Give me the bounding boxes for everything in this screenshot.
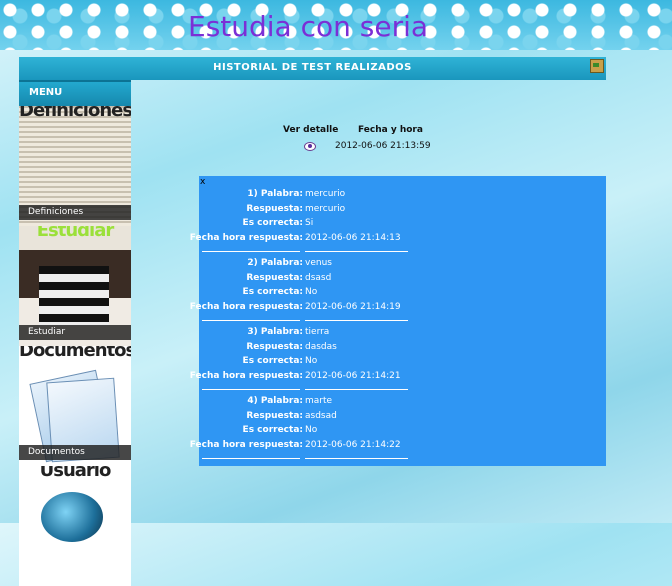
divider bbox=[202, 251, 300, 252]
section-title-bar: HISTORIAL DE TEST REALIZADOS bbox=[19, 57, 606, 80]
menu-item-label[interactable]: Definiciones bbox=[19, 205, 131, 220]
correct-label: Es correcta: bbox=[242, 425, 303, 435]
answer-block: 2) Palabra: venus Respuesta: dsasd Es corr… bbox=[190, 258, 606, 321]
correct-value: No bbox=[305, 356, 318, 366]
menu-item-estudiar[interactable]: Estudiar Estudiar bbox=[19, 226, 131, 346]
column-header-detail: Ver detalle bbox=[283, 125, 339, 135]
side-menu: MENU Definiciones Definiciones Estudiar … bbox=[19, 80, 131, 586]
history-datetime: 2012-06-06 21:13:59 bbox=[335, 141, 431, 151]
answer-block: 4) Palabra: marte Respuesta: asdsad Es cor… bbox=[190, 396, 606, 459]
divider bbox=[305, 320, 408, 321]
word-value: marte bbox=[305, 396, 333, 406]
usuario-title-art: Usuario bbox=[39, 466, 112, 481]
answer-time-label: Fecha hora respuesta: bbox=[189, 439, 303, 450]
menu-header: MENU bbox=[19, 80, 131, 106]
answer-value: dsasd bbox=[305, 272, 332, 283]
answer-time-value: 2012-06-06 21:14:13 bbox=[305, 232, 401, 243]
word-value: mercurio bbox=[305, 189, 346, 199]
divider bbox=[305, 389, 408, 390]
word-label: 4) Palabra: bbox=[247, 396, 303, 406]
correct-label: Es correcta: bbox=[242, 356, 303, 366]
answer-value: asdsad bbox=[305, 410, 337, 421]
eye-icon[interactable] bbox=[304, 142, 316, 151]
divider bbox=[305, 458, 408, 459]
definiciones-title-art: Definiciones bbox=[19, 106, 131, 121]
menu-item-label[interactable]: Documentos bbox=[19, 445, 131, 460]
answer-label: Respuesta: bbox=[246, 272, 303, 283]
correct-value: No bbox=[305, 287, 318, 297]
documentos-title-art: Documentos bbox=[19, 346, 131, 361]
menu-item-documentos[interactable]: Documentos Documentos bbox=[19, 346, 131, 466]
answer-block: 1) Palabra: mercurio Respuesta: mercurio E… bbox=[190, 189, 606, 252]
answer-time-value: 2012-06-06 21:14:21 bbox=[305, 370, 401, 381]
answer-label: Respuesta: bbox=[246, 341, 303, 352]
answer-time-label: Fecha hora respuesta: bbox=[189, 301, 303, 312]
test-detail-panel: x 1) Palabra: mercurio Respuesta: mercurio… bbox=[190, 176, 606, 466]
answer-time-value: 2012-06-06 21:14:19 bbox=[305, 301, 401, 312]
usuario-image bbox=[19, 466, 131, 586]
divider bbox=[305, 251, 408, 252]
correct-value: Si bbox=[305, 218, 314, 228]
menu-item-label[interactable]: Estudiar bbox=[19, 325, 131, 340]
word-label: 2) Palabra: bbox=[247, 258, 303, 268]
answer-time-value: 2012-06-06 21:14:22 bbox=[305, 439, 401, 450]
exit-door-icon[interactable] bbox=[590, 59, 604, 73]
site-title: Estudia con seria bbox=[188, 10, 429, 43]
word-value: tierra bbox=[305, 327, 330, 337]
header-banner: Estudia con seria bbox=[0, 0, 672, 50]
column-header-datetime: Fecha y hora bbox=[358, 125, 423, 135]
word-label: 1) Palabra: bbox=[247, 189, 303, 199]
word-label: 3) Palabra: bbox=[247, 327, 303, 337]
answer-label: Respuesta: bbox=[246, 203, 303, 214]
correct-value: No bbox=[305, 425, 318, 435]
divider bbox=[202, 320, 300, 321]
answer-time-label: Fecha hora respuesta: bbox=[189, 370, 303, 381]
estudiar-title-art: Estudiar bbox=[36, 226, 115, 241]
close-icon[interactable]: x bbox=[200, 177, 205, 187]
word-value: venus bbox=[305, 258, 332, 268]
answer-time-label: Fecha hora respuesta: bbox=[189, 232, 303, 243]
section-title: HISTORIAL DE TEST REALIZADOS bbox=[213, 62, 412, 73]
menu-item-usuario[interactable]: Usuario bbox=[19, 466, 131, 586]
correct-label: Es correcta: bbox=[242, 287, 303, 297]
answer-label: Respuesta: bbox=[246, 410, 303, 421]
correct-label: Es correcta: bbox=[242, 218, 303, 228]
answer-block: 3) Palabra: tierra Respuesta: dasdas Es co… bbox=[190, 327, 606, 390]
answer-value: dasdas bbox=[305, 341, 337, 352]
menu-item-definiciones[interactable]: Definiciones Definiciones bbox=[19, 106, 131, 226]
divider bbox=[202, 458, 300, 459]
divider bbox=[202, 389, 300, 390]
answer-value: mercurio bbox=[305, 203, 346, 214]
